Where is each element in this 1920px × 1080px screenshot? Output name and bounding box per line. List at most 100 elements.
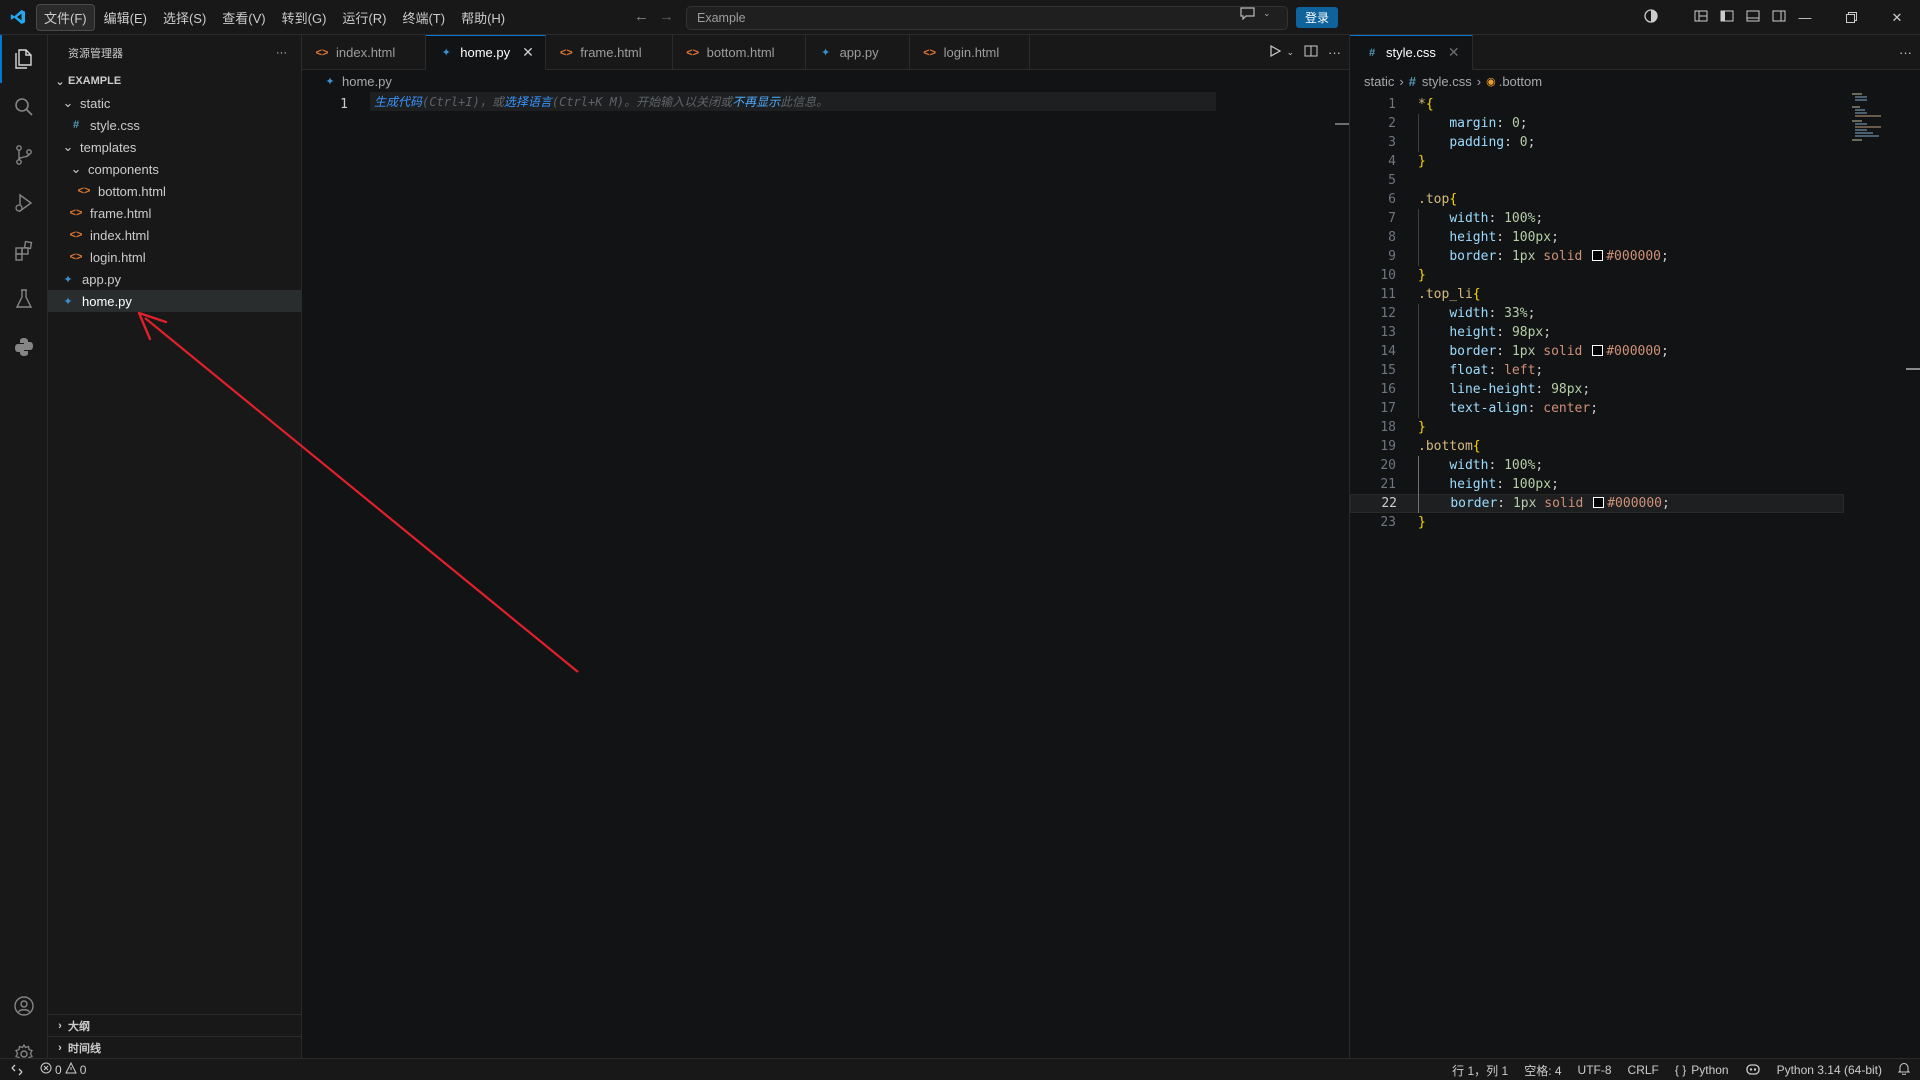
breadcrumb-file[interactable]: style.css [1422,74,1472,89]
minimize-icon[interactable]: — [1782,0,1828,35]
forward-arrow-icon[interactable]: → [659,8,674,25]
language-mode[interactable]: { } Python [1675,1063,1729,1077]
chat-icon[interactable]: ⌄ [1240,7,1271,20]
code-token: : [1527,401,1544,416]
toggle-sidebar-icon[interactable] [1719,8,1735,27]
outline-section[interactable]: › 大纲 [48,1014,302,1036]
chevron-down-icon[interactable]: ⌄ [1286,47,1294,58]
color-swatch[interactable] [1592,345,1604,356]
explorer-icon[interactable] [0,35,48,83]
tree-root-folder[interactable]: ⌄ EXAMPLE [48,70,301,92]
tree-file[interactable]: <> index.html [48,224,301,246]
menu-item[interactable]: 终端(T) [395,5,452,30]
menu-item[interactable]: 选择(S) [156,5,213,30]
tab-app-py[interactable]: ✦ app.py [806,35,910,70]
run-python-icon[interactable] [1268,44,1282,61]
python-interpreter[interactable]: Python 3.14 (64-bit) [1777,1063,1882,1077]
split-editor-icon[interactable] [1304,44,1318,61]
command-center-text: Example [697,11,746,25]
color-swatch[interactable] [1592,250,1604,261]
tree-file[interactable]: ✦ app.py [48,268,301,290]
remote-icon[interactable] [0,1059,34,1080]
menu-item[interactable]: 帮助(H) [454,5,512,30]
tree-file[interactable]: <> frame.html [48,202,301,224]
more-actions-icon[interactable]: ··· [1328,45,1341,60]
encoding[interactable]: UTF-8 [1578,1063,1612,1077]
tab-label: app.py [839,45,879,60]
code-token: ; [1527,306,1536,321]
more-actions-icon[interactable]: ··· [276,47,287,59]
python-icon[interactable] [0,323,48,371]
tab-home-py[interactable]: ✦ home.py ✕ [426,35,547,70]
braces-icon: { } [1674,1063,1687,1077]
color-swatch[interactable] [1593,497,1605,508]
search-icon[interactable] [0,83,48,131]
back-arrow-icon[interactable]: ← [634,8,649,25]
accounts-icon[interactable] [0,982,48,1030]
customize-layout-icon[interactable] [1693,8,1709,27]
tree-file[interactable]: <> login.html [48,246,301,268]
menu-item[interactable]: 转到(G) [275,5,334,30]
cursor-position[interactable]: 行 1，列 1 [1452,1062,1508,1079]
chevron-down-icon[interactable]: ⌄ [1263,8,1271,19]
source-control-icon[interactable] [0,131,48,179]
more-actions-icon[interactable]: ··· [1899,45,1912,60]
timeline-section[interactable]: › 时间线 [48,1036,302,1058]
menu-item[interactable]: 查看(V) [215,5,272,30]
code-editor[interactable]: 1 *{2 margin: 0; 3 padding: 0; 4} 5 6 .top{7 w… [1350,95,1920,532]
menu-bar: 文件(F) 编辑(E) 选择(S) 查看(V) 转到(G) 运行(R) 终端(T) 帮助(H) [36,3,514,31]
tree-folder[interactable]: ⌄ templates [48,136,301,158]
breadcrumb-file[interactable]: home.py [342,74,392,89]
hint-text: 此信息。 [780,95,829,109]
tree-folder[interactable]: ⌄ static [48,92,301,114]
code-token: ; [1551,230,1559,245]
code-text: line-height: 98px; [1396,382,1590,397]
close-window-icon[interactable]: ✕ [1874,0,1920,35]
code-text: width: 33%; [1396,306,1535,321]
code-token: width [1449,458,1489,473]
run-debug-icon[interactable] [0,179,48,227]
login-button[interactable]: 登录 [1296,7,1338,28]
hint-generate-code-link[interactable]: 生成代码 [374,93,422,110]
close-icon[interactable]: ✕ [1448,44,1460,61]
breadcrumb-symbol[interactable]: .bottom [1499,74,1542,89]
code-token: line-height [1449,382,1536,397]
menu-item[interactable]: 运行(R) [335,5,393,30]
tree-file[interactable]: # style.css [48,114,301,136]
close-icon[interactable]: ✕ [522,44,534,61]
menu-item[interactable]: 文件(F) [36,3,95,31]
code-token: 100px [1511,477,1552,492]
testing-icon[interactable] [0,275,48,323]
tab-style-css[interactable]: # style.css ✕ [1350,35,1473,70]
tree-folder[interactable]: ⌄ components [48,158,301,180]
indentation[interactable]: 空格: 4 [1524,1062,1561,1079]
copilot-status-icon[interactable] [1745,1062,1761,1079]
extensions-icon[interactable] [0,227,48,275]
minimap[interactable] [1852,93,1882,141]
tree-file[interactable]: <> bottom.html [48,180,301,202]
css-file-icon: # [1368,46,1376,59]
toggle-panel-icon[interactable] [1745,8,1761,27]
code-token: .bottom [1418,439,1473,454]
python-file-icon: ✦ [63,295,73,308]
tab-bottom-html[interactable]: <> bottom.html [673,35,806,70]
tree-file[interactable]: ✦ home.py [48,290,301,312]
code-text: } [1396,154,1426,169]
tab-frame-html[interactable]: <> frame.html [546,35,673,70]
hint-select-language-link[interactable]: 选择语言 [504,93,552,110]
copilot-icon[interactable] [1643,8,1659,27]
problems-indicator[interactable]: 0 0 [34,1061,92,1077]
file-tree: ⌄ static # style.css ⌄ templates ⌄ components <>… [48,92,301,312]
tab-index-html[interactable]: <> index.html [302,35,427,70]
hint-dont-show-link[interactable]: 不再显示 [732,93,780,110]
code-text: padding: 0; [1396,135,1535,150]
command-center-search[interactable]: Example [686,6,1288,30]
menu-item[interactable]: 编辑(E) [97,5,154,30]
end-of-line[interactable]: CRLF [1628,1063,1659,1077]
restore-icon[interactable] [1828,0,1874,35]
code-text: *{ [1396,97,1434,112]
notifications-bell-icon[interactable] [1897,1062,1911,1078]
tab-login-html[interactable]: <> login.html [910,35,1031,70]
breadcrumb-folder[interactable]: static [1364,74,1394,89]
